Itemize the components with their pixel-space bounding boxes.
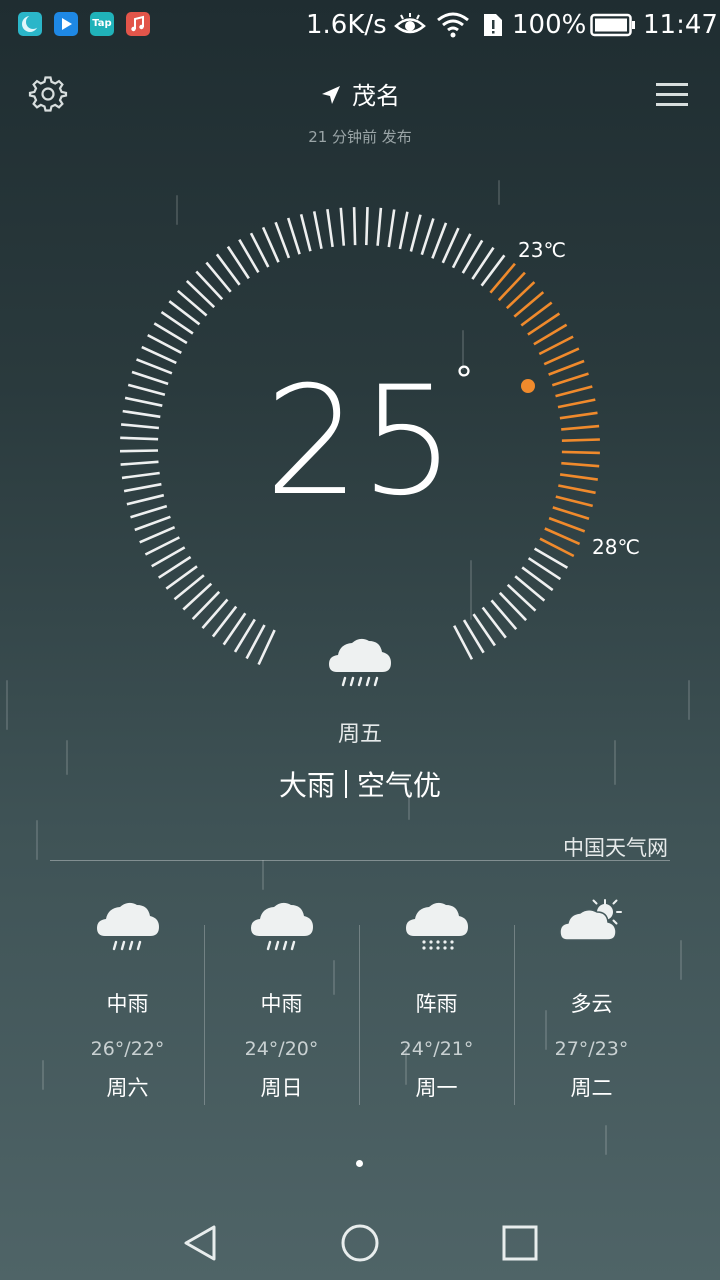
navigation-bar bbox=[0, 1205, 720, 1280]
separator bbox=[345, 770, 347, 798]
forecast-temp: 24°/21° bbox=[399, 1038, 474, 1060]
dial-tick bbox=[441, 227, 460, 264]
dial-tick bbox=[376, 207, 383, 246]
dial-tick bbox=[261, 226, 280, 263]
forecast-condition: 中雨 bbox=[106, 992, 149, 1016]
dial-tick bbox=[139, 526, 176, 544]
home-icon[interactable] bbox=[340, 1223, 380, 1263]
forecast-item[interactable]: 中雨 24°/20° 周日 bbox=[204, 890, 359, 1102]
current-temperature: 25 bbox=[264, 355, 456, 529]
forecast-day: 周一 bbox=[415, 1076, 458, 1100]
low-temp-label: 23℃ bbox=[518, 238, 566, 262]
shower-cloud-icon bbox=[405, 902, 468, 950]
dial-tick bbox=[120, 436, 159, 441]
forecast-item[interactable]: 多云 27°/23° 周二 bbox=[514, 890, 669, 1102]
partly-cloudy-icon bbox=[558, 899, 622, 941]
forecast-condition: 多云 bbox=[570, 992, 613, 1016]
forecast-item[interactable]: 中雨 26°/22° 周六 bbox=[50, 890, 205, 1102]
dial-tick-range bbox=[561, 461, 600, 468]
forecast-condition: 阵雨 bbox=[415, 992, 458, 1016]
dial-tick bbox=[127, 383, 166, 396]
forecast-item[interactable]: 阵雨 24°/21° 周一 bbox=[359, 890, 514, 1102]
forecast-condition: 中雨 bbox=[260, 992, 303, 1016]
dial-tick bbox=[299, 213, 312, 252]
dial-tick bbox=[420, 218, 435, 256]
dial-tick-range bbox=[548, 516, 586, 533]
today-condition: 大雨 空气优 bbox=[0, 764, 720, 804]
rain-cloud-icon bbox=[250, 902, 313, 951]
dial-tick bbox=[409, 214, 422, 252]
dial-tick-range bbox=[559, 411, 598, 420]
forecast-day: 周六 bbox=[106, 1076, 149, 1100]
dial-tick bbox=[431, 222, 448, 259]
dial-tick bbox=[274, 221, 291, 259]
forecast-temp: 24°/20° bbox=[244, 1038, 319, 1060]
forecast-day: 周二 bbox=[570, 1076, 613, 1100]
forecast-day: 周日 bbox=[260, 1076, 303, 1100]
dial-tick bbox=[257, 629, 276, 666]
dial-tick bbox=[286, 217, 301, 255]
page-indicator bbox=[356, 1160, 363, 1167]
high-temp-label: 28℃ bbox=[592, 535, 640, 559]
dial-tick bbox=[136, 358, 173, 375]
dial-tick-range bbox=[561, 450, 600, 455]
dial-tick-range bbox=[561, 424, 600, 431]
rain-cloud-icon bbox=[96, 902, 159, 951]
recents-icon[interactable] bbox=[500, 1223, 540, 1263]
dial-tick-range bbox=[558, 484, 596, 495]
back-icon[interactable] bbox=[180, 1223, 220, 1263]
dial-tick bbox=[123, 482, 162, 493]
dial-tick bbox=[398, 211, 409, 250]
dial-tick-range bbox=[555, 385, 593, 398]
dial-tick-range bbox=[544, 527, 581, 546]
dial-tick bbox=[326, 209, 334, 248]
dial-tick-range bbox=[557, 398, 596, 409]
dial-tick bbox=[126, 493, 165, 506]
dial-tick bbox=[365, 207, 369, 246]
dial-tick-range bbox=[551, 372, 589, 387]
dial-tick bbox=[124, 396, 163, 407]
dial-tick-range bbox=[548, 359, 585, 376]
data-source[interactable]: 中国天气网 bbox=[563, 832, 668, 862]
current-temp-marker bbox=[521, 379, 535, 393]
dial-tick bbox=[120, 423, 160, 430]
dial-tick-range bbox=[543, 347, 580, 366]
air-quality-text: 空气优 bbox=[357, 769, 442, 802]
dial-tick-range bbox=[561, 438, 600, 442]
dial-tick bbox=[141, 345, 177, 365]
dial-tick bbox=[352, 207, 357, 246]
dial-tick-range bbox=[555, 495, 594, 508]
dial-tick bbox=[119, 449, 159, 453]
dial-tick bbox=[387, 209, 396, 248]
dial-tick bbox=[312, 211, 323, 249]
heavy-rain-cloud-icon bbox=[329, 638, 391, 687]
dial-tick bbox=[339, 207, 346, 246]
dial-tick bbox=[130, 504, 168, 519]
dial-tick-range bbox=[559, 473, 598, 481]
today-day: 周五 bbox=[337, 722, 382, 747]
divider bbox=[50, 860, 670, 861]
weather-text: 大雨 bbox=[278, 769, 335, 802]
dial-tick bbox=[131, 370, 169, 386]
dial-tick-range bbox=[552, 506, 590, 521]
dial-tick bbox=[122, 409, 161, 419]
dial-tick bbox=[120, 460, 159, 466]
degree-symbol: ° bbox=[455, 360, 473, 401]
dial-tick bbox=[121, 471, 160, 480]
dial-tick bbox=[134, 515, 171, 532]
forecast-temp: 27°/23° bbox=[554, 1038, 629, 1060]
forecast-temp: 26°/22° bbox=[90, 1038, 165, 1060]
